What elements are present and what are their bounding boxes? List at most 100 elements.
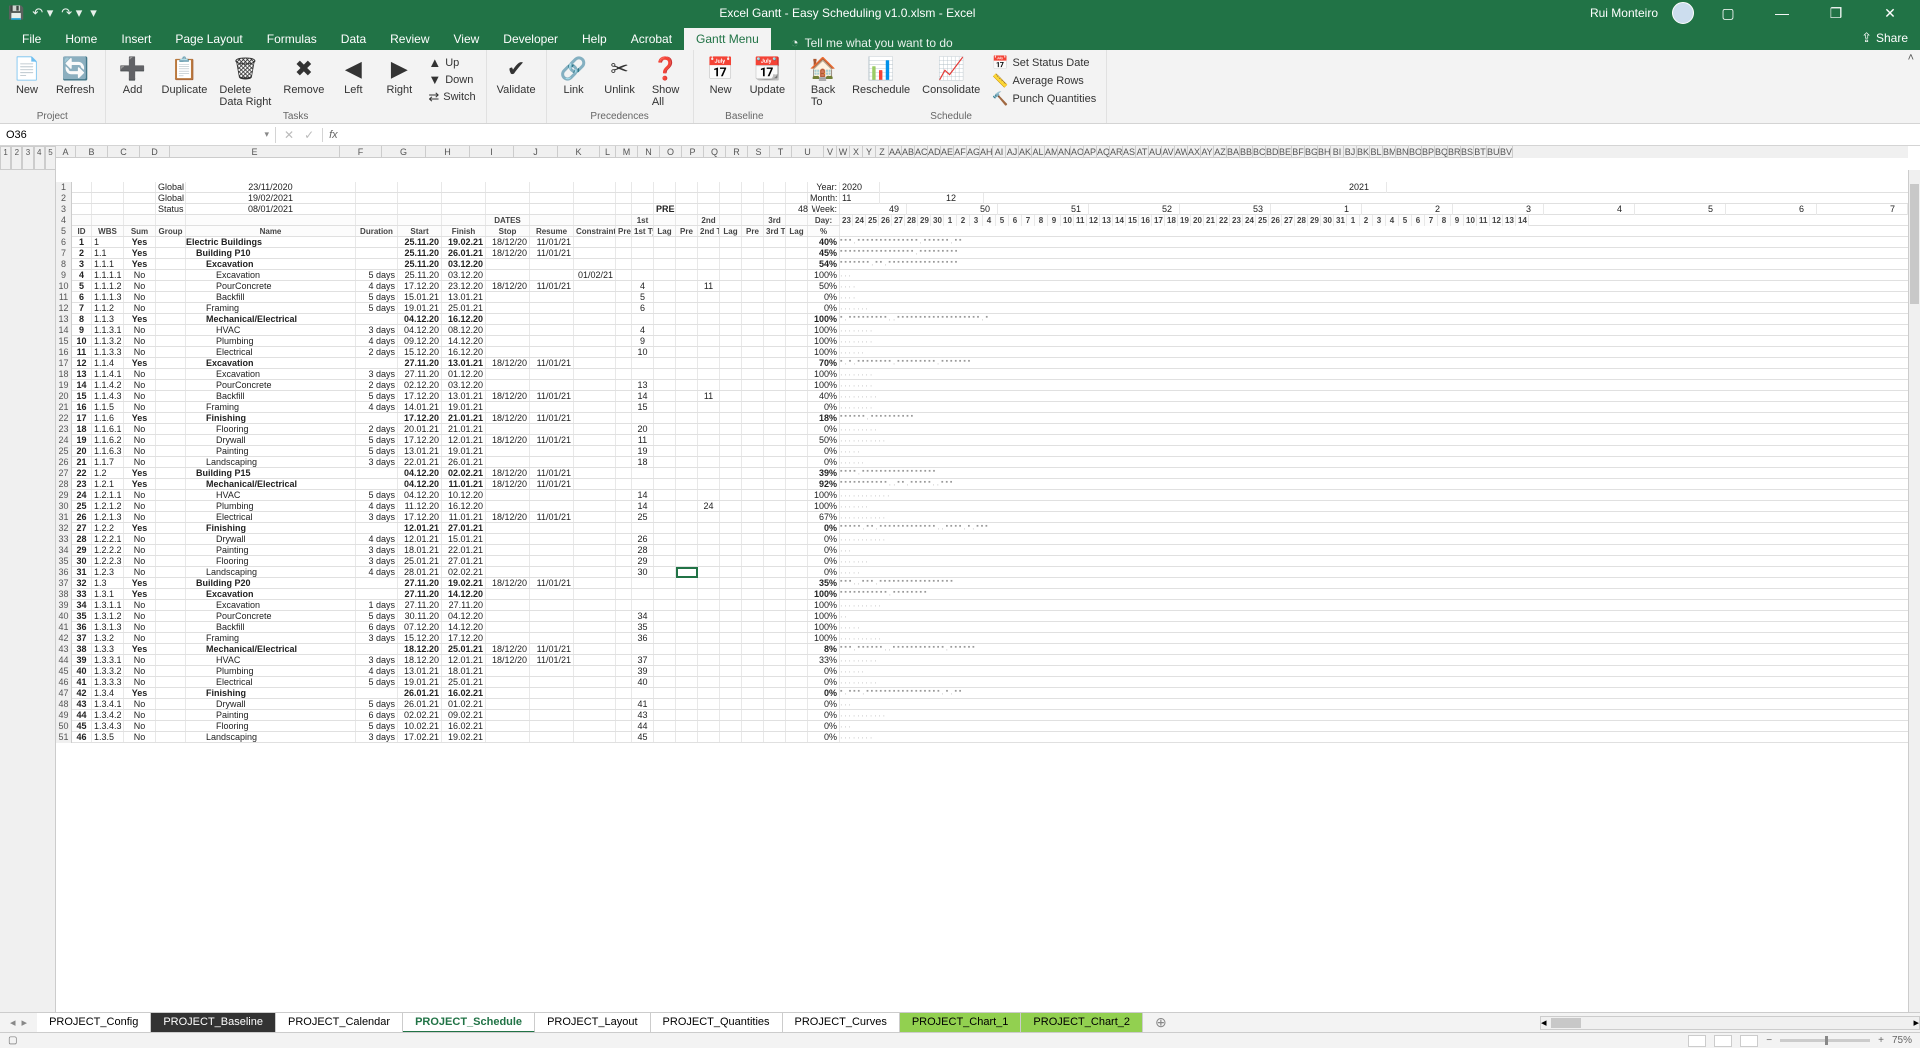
cell[interactable]: Landscaping bbox=[186, 567, 356, 577]
cell[interactable]: 19.02.21 bbox=[442, 578, 486, 588]
cell[interactable]: 0% bbox=[808, 567, 840, 577]
cell[interactable]: 13.01.21 bbox=[442, 358, 486, 368]
cell[interactable]: 33 bbox=[72, 589, 92, 599]
user-name[interactable]: Rui Monteiro bbox=[1590, 6, 1658, 20]
cell[interactable]: 0% bbox=[808, 556, 840, 566]
cell[interactable] bbox=[742, 204, 764, 214]
cell[interactable]: Start bbox=[398, 226, 442, 236]
row-header[interactable]: 45 bbox=[56, 666, 72, 677]
cell[interactable] bbox=[616, 248, 632, 258]
row-header[interactable]: 12 bbox=[56, 303, 72, 314]
cell[interactable] bbox=[574, 545, 616, 555]
cell[interactable]: No bbox=[124, 281, 156, 291]
cell[interactable] bbox=[632, 237, 654, 247]
cell[interactable] bbox=[574, 215, 616, 225]
cell[interactable]: 15.12.20 bbox=[398, 347, 442, 357]
cell[interactable]: 4 bbox=[632, 325, 654, 335]
col-header[interactable]: AT bbox=[1136, 146, 1149, 158]
cell[interactable]: 4 days bbox=[356, 534, 398, 544]
cell[interactable]: 27.01.21 bbox=[442, 523, 486, 533]
cell[interactable] bbox=[654, 699, 676, 709]
cell[interactable]: Framing bbox=[186, 633, 356, 643]
cell[interactable] bbox=[764, 204, 786, 214]
cell[interactable]: 02.02.21 bbox=[398, 710, 442, 720]
col-header[interactable]: AR bbox=[1110, 146, 1123, 158]
cell[interactable] bbox=[530, 424, 574, 434]
cell[interactable] bbox=[156, 457, 186, 467]
cell[interactable]: 44 bbox=[72, 710, 92, 720]
cell[interactable]: 1.1.1.1 bbox=[92, 270, 124, 280]
cell[interactable] bbox=[720, 391, 742, 401]
cell[interactable]: No bbox=[124, 292, 156, 302]
cell[interactable]: 100% bbox=[808, 633, 840, 643]
col-header[interactable]: AA bbox=[889, 146, 902, 158]
table-row[interactable]: 1161.1.1.3NoBackfill5 days15.01.2113.01.… bbox=[72, 292, 1908, 303]
cell[interactable]: 39 bbox=[632, 666, 654, 676]
cell[interactable]: 9 bbox=[632, 336, 654, 346]
cell[interactable] bbox=[156, 402, 186, 412]
cell[interactable] bbox=[530, 369, 574, 379]
cell[interactable]: 13 bbox=[72, 369, 92, 379]
cell[interactable] bbox=[616, 545, 632, 555]
cell[interactable] bbox=[742, 611, 764, 621]
cell[interactable] bbox=[698, 732, 720, 742]
cell[interactable]: 100% bbox=[808, 600, 840, 610]
row-header[interactable]: 22 bbox=[56, 413, 72, 424]
cell[interactable] bbox=[574, 259, 616, 269]
cell[interactable] bbox=[742, 688, 764, 698]
cell[interactable] bbox=[764, 699, 786, 709]
cell[interactable] bbox=[356, 589, 398, 599]
cell[interactable] bbox=[486, 347, 530, 357]
row-header[interactable]: 35 bbox=[56, 556, 72, 567]
cell[interactable] bbox=[698, 292, 720, 302]
cell[interactable] bbox=[676, 270, 698, 280]
cell[interactable]: 11.01.21 bbox=[442, 479, 486, 489]
cell[interactable] bbox=[698, 204, 720, 214]
cell[interactable] bbox=[574, 534, 616, 544]
cell[interactable] bbox=[92, 204, 124, 214]
cell[interactable]: DATES bbox=[486, 215, 530, 225]
cell[interactable] bbox=[742, 710, 764, 720]
cell[interactable] bbox=[764, 446, 786, 456]
cell[interactable] bbox=[786, 270, 808, 280]
col-header[interactable]: T bbox=[770, 146, 792, 158]
cell[interactable]: Painting bbox=[186, 545, 356, 555]
cell[interactable] bbox=[156, 545, 186, 555]
cell[interactable] bbox=[186, 215, 356, 225]
cell[interactable]: 27.11.20 bbox=[398, 578, 442, 588]
cell[interactable]: Yes bbox=[124, 578, 156, 588]
cell[interactable] bbox=[698, 589, 720, 599]
col-header[interactable]: I bbox=[470, 146, 514, 158]
refresh-button[interactable]: 🔄Refresh bbox=[52, 54, 99, 109]
cell[interactable] bbox=[574, 732, 616, 742]
cell[interactable] bbox=[124, 215, 156, 225]
zoom-in-icon[interactable]: + bbox=[1878, 1035, 1884, 1046]
cell[interactable]: 1.1.3.2 bbox=[92, 336, 124, 346]
cell[interactable]: Plumbing bbox=[186, 501, 356, 511]
cell[interactable] bbox=[786, 512, 808, 522]
cell[interactable]: PRECEDENCES bbox=[654, 204, 676, 214]
cell[interactable]: 11 bbox=[72, 347, 92, 357]
row-header[interactable]: 39 bbox=[56, 600, 72, 611]
tab-nav[interactable]: ◂▸ bbox=[0, 1016, 37, 1029]
cell[interactable]: Drywall bbox=[186, 699, 356, 709]
row-header[interactable]: 9 bbox=[56, 270, 72, 281]
cell[interactable]: Plumbing bbox=[186, 666, 356, 676]
cell[interactable]: 10 bbox=[632, 347, 654, 357]
cell[interactable]: 2nd Type bbox=[698, 226, 720, 236]
cell[interactable]: 1st bbox=[632, 215, 654, 225]
cell[interactable] bbox=[398, 215, 442, 225]
cell[interactable]: HVAC bbox=[186, 325, 356, 335]
cell[interactable] bbox=[654, 424, 676, 434]
cell[interactable]: Yes bbox=[124, 688, 156, 698]
cell[interactable]: No bbox=[124, 435, 156, 445]
cell[interactable] bbox=[574, 501, 616, 511]
validate-button[interactable]: ✔Validate bbox=[493, 54, 540, 109]
cell[interactable] bbox=[616, 347, 632, 357]
cell[interactable]: 11/01/21 bbox=[530, 644, 574, 654]
cell[interactable] bbox=[720, 402, 742, 412]
cell[interactable] bbox=[786, 600, 808, 610]
cell[interactable]: 3 days bbox=[356, 655, 398, 665]
table-row[interactable]: 32271.2.2YesFinishing12.01.2127.01.210%▪… bbox=[72, 523, 1908, 534]
cell[interactable] bbox=[616, 721, 632, 731]
